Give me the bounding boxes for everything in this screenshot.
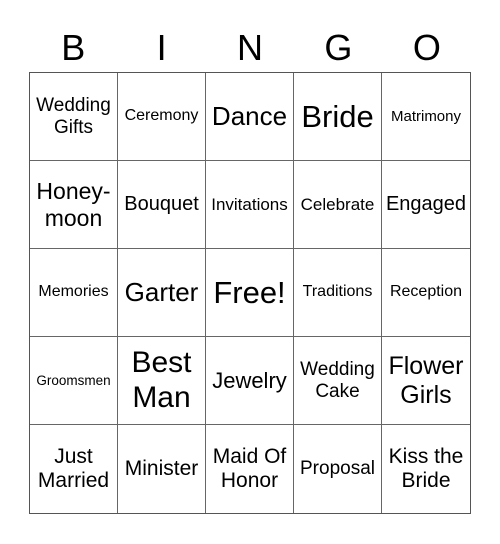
bingo-cell[interactable]: Wedding Gifts <box>30 73 118 161</box>
bingo-cell[interactable]: Groomsmen <box>30 337 118 425</box>
bingo-cell[interactable]: Proposal <box>294 425 382 513</box>
bingo-cell[interactable]: Maid Of Honor <box>206 425 294 513</box>
header-letter-o: O <box>412 27 441 68</box>
bingo-cell[interactable]: Bride <box>294 73 382 161</box>
bingo-cell[interactable]: Wedding Cake <box>294 337 382 425</box>
header-letter-i: I <box>156 27 167 68</box>
bingo-cell[interactable]: Garter <box>118 249 206 337</box>
bingo-cell[interactable]: Just Married <box>30 425 118 513</box>
bingo-cell[interactable]: Best Man <box>118 337 206 425</box>
bingo-cell[interactable]: Minister <box>118 425 206 513</box>
bingo-cell[interactable]: Jewelry <box>206 337 294 425</box>
header-letter-b: B <box>61 27 86 68</box>
header-letter-g: G <box>324 27 353 68</box>
bingo-cell[interactable]: Dance <box>206 73 294 161</box>
bingo-cell[interactable]: Matrimony <box>382 73 470 161</box>
bingo-cell[interactable]: Traditions <box>294 249 382 337</box>
bingo-cell[interactable]: Invitations <box>206 161 294 249</box>
bingo-cell[interactable]: Reception <box>382 249 470 337</box>
bingo-cell[interactable]: Memories <box>30 249 118 337</box>
bingo-cell[interactable]: Bouquet <box>118 161 206 249</box>
bingo-cell[interactable]: Kiss the Bride <box>382 425 470 513</box>
bingo-cell[interactable]: Celebrate <box>294 161 382 249</box>
bingo-header: B I N G O <box>29 24 471 72</box>
bingo-cell[interactable]: Honey-moon <box>30 161 118 249</box>
bingo-cell[interactable]: Ceremony <box>118 73 206 161</box>
bingo-cell[interactable]: Engaged <box>382 161 470 249</box>
bingo-cell[interactable]: Flower Girls <box>382 337 470 425</box>
header-letter-n: N <box>237 27 264 68</box>
free-space-cell[interactable]: Free! <box>206 249 294 337</box>
bingo-grid: Wedding Gifts Ceremony Dance Bride Matri… <box>29 72 471 514</box>
